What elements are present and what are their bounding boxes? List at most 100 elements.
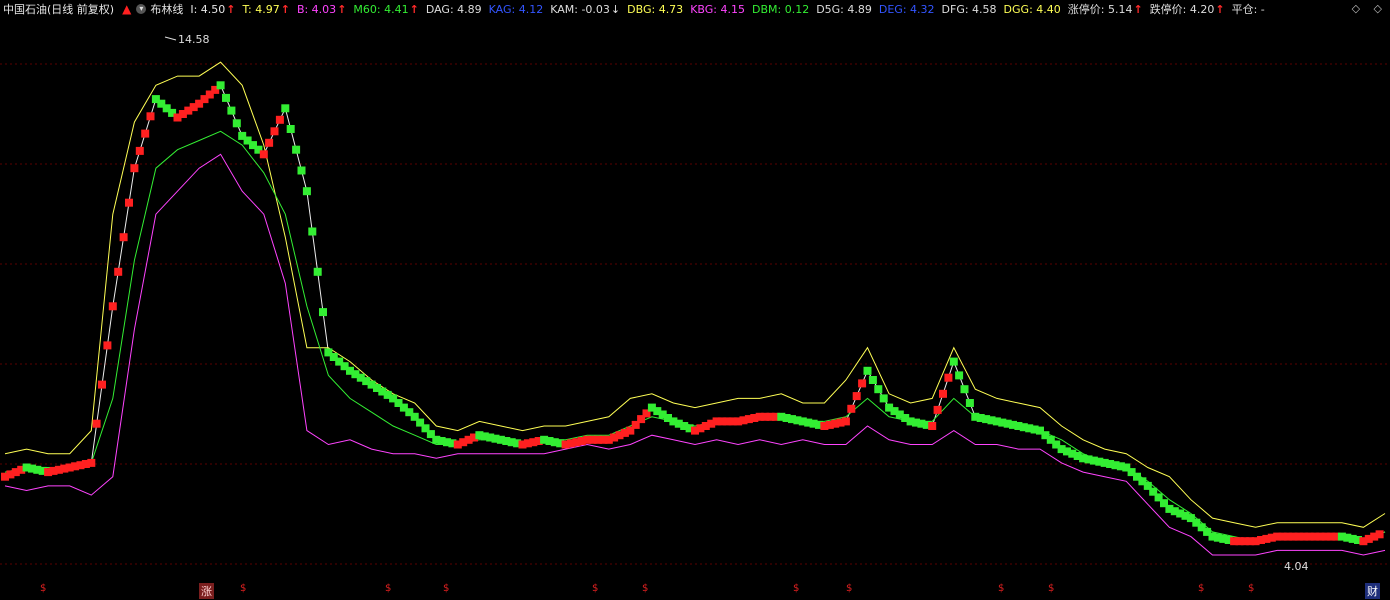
indicator-value-text: T: 4.97: [242, 2, 280, 16]
buy-signal-marker: [108, 302, 117, 311]
diamond-icon[interactable]: ◇: [1352, 2, 1360, 15]
sell-signal-marker: [960, 385, 969, 394]
sell-signal-marker: [313, 267, 322, 276]
indicator-value-text: 跌停价: 4.20: [1149, 3, 1215, 16]
limit-up-marker[interactable]: 涨: [199, 583, 214, 599]
buy-signal-marker: [928, 422, 937, 430]
dividend-marker[interactable]: $: [40, 583, 46, 594]
sell-signal-marker: [874, 385, 883, 394]
chart-window: 中国石油(日线 前复权) ▲ ▾ 布林线 I: 4.50 ↑ T: 4.97 ↑ B: …: [0, 0, 1390, 600]
buy-signal-marker: [852, 392, 861, 401]
sell-signal-marker: [281, 104, 290, 113]
indicator-value: 涨停价: 5.14 ↑: [1068, 1, 1143, 17]
indicator-value-text: 平仓: -: [1231, 3, 1265, 16]
buy-signal-marker: [1375, 530, 1384, 539]
dividend-marker[interactable]: $: [240, 583, 246, 594]
diamond-icon[interactable]: ◇: [1374, 2, 1382, 15]
dividend-marker[interactable]: $: [998, 583, 1004, 594]
arrow-up-icon: ↑: [409, 2, 419, 16]
indicator-value: KBG: 4.15: [690, 1, 745, 17]
indicator-values: I: 4.50 ↑ T: 4.97 ↑ B: 4.03 ↑ M60: 4.41 ↑ DAG: 4…: [190, 1, 1271, 17]
indicator-name[interactable]: 布林线: [150, 1, 183, 17]
indicator-value: I: 4.50 ↑: [190, 1, 235, 17]
dividend-marker[interactable]: $: [642, 583, 648, 594]
series-line-t: [4, 61, 1386, 528]
indicator-value-text: KBG: 4.15: [690, 2, 745, 16]
buy-signal-marker: [146, 112, 155, 121]
trend-up-icon: ▲: [122, 2, 132, 16]
indicator-value: 跌停价: 4.20 ↑: [1150, 1, 1225, 17]
dividend-marker[interactable]: $: [846, 583, 852, 594]
arrow-up-icon: ↑: [1133, 2, 1143, 16]
indicator-value: DBG: 4.73: [627, 1, 683, 17]
indicator-value-text: DFG: 4.58: [941, 2, 997, 16]
corner-controls: ◇ ◇: [1342, 2, 1382, 15]
sell-signal-marker: [949, 357, 958, 366]
series-line-i: [4, 84, 1386, 542]
arrow-up-icon: ↑: [1215, 2, 1225, 16]
buy-signal-marker: [130, 164, 139, 173]
indicator-value-text: DBG: 4.73: [627, 2, 684, 16]
buy-signal-marker: [841, 417, 850, 426]
indicator-value: 平仓: -: [1232, 1, 1265, 17]
buy-signal-marker: [939, 389, 947, 398]
buy-signal-marker: [858, 379, 867, 388]
buy-signal-marker: [847, 404, 856, 413]
sell-signal-marker: [868, 376, 877, 384]
buy-signal-marker: [275, 115, 284, 124]
signal-markers: [1, 81, 1384, 546]
indicator-value: DEG: 4.32: [879, 1, 935, 17]
dividend-marker[interactable]: $: [443, 583, 449, 594]
indicator-value: DAG: 4.89: [426, 1, 482, 17]
indicator-value-text: I: 4.50: [190, 2, 226, 16]
indicator-value-text: M60: 4.41: [353, 2, 409, 16]
indicator-value-text: 涨停价: 5.14: [1067, 3, 1133, 16]
arrow-up-icon: ↑: [337, 2, 347, 16]
buy-signal-marker: [141, 129, 150, 138]
finance-report-marker[interactable]: 财: [1365, 583, 1380, 599]
indicator-value-text: DBM: 0.12: [751, 2, 810, 16]
sell-signal-marker: [292, 145, 301, 154]
indicator-value: DBM: 0.12: [752, 1, 809, 17]
sell-signal-marker: [879, 394, 888, 403]
dividend-marker[interactable]: $: [793, 583, 799, 594]
sell-signal-marker: [308, 227, 317, 236]
sell-signal-marker: [319, 308, 327, 317]
indicator-value: KAG: 4.12: [489, 1, 544, 17]
indicator-value-text: B: 4.03: [296, 2, 337, 16]
dividend-marker[interactable]: $: [1048, 583, 1054, 594]
buy-signal-marker: [98, 380, 106, 389]
sell-signal-marker: [222, 93, 230, 102]
buy-signal-marker: [103, 341, 112, 350]
series-line-m60: [4, 130, 1386, 542]
indicator-header: 中国石油(日线 前复权) ▲ ▾ 布林线 I: 4.50 ↑ T: 4.97 ↑ B: …: [0, 0, 1390, 18]
high-pointer: [164, 36, 177, 41]
sell-signal-marker: [232, 119, 241, 128]
sell-signal-marker: [863, 366, 872, 375]
buy-signal-marker: [265, 138, 274, 147]
indicator-value-text: KAM: -0.03: [550, 2, 610, 16]
indicator-value-text: DGG: 4.40: [1003, 2, 1061, 16]
buy-signal-marker: [259, 150, 268, 159]
settings-circle-icon[interactable]: ▾: [136, 4, 147, 14]
buy-signal-marker: [119, 233, 128, 242]
arrow-up-icon: ↑: [226, 2, 236, 16]
stock-title[interactable]: 中国石油(日线 前复权): [3, 1, 114, 17]
indicator-value: M60: 4.41 ↑: [353, 1, 418, 17]
sell-signal-marker: [965, 399, 974, 407]
sell-signal-marker: [955, 371, 964, 380]
indicator-value-text: DEG: 4.32: [878, 2, 935, 16]
dividend-marker[interactable]: $: [1198, 583, 1204, 594]
low-price-label: 4.04: [1284, 560, 1309, 573]
dividend-marker[interactable]: $: [592, 583, 598, 594]
indicator-value-text: D5G: 4.89: [816, 2, 872, 16]
indicator-value: DFG: 4.58: [942, 1, 997, 17]
kline-chart[interactable]: [0, 18, 1390, 600]
buy-signal-marker: [92, 419, 101, 428]
sell-signal-marker: [286, 125, 295, 133]
dividend-marker[interactable]: $: [1248, 583, 1254, 594]
buy-signal-marker: [135, 146, 144, 155]
sell-signal-marker: [297, 166, 306, 175]
indicator-value: B: 4.03 ↑: [297, 1, 346, 17]
dividend-marker[interactable]: $: [385, 583, 391, 594]
